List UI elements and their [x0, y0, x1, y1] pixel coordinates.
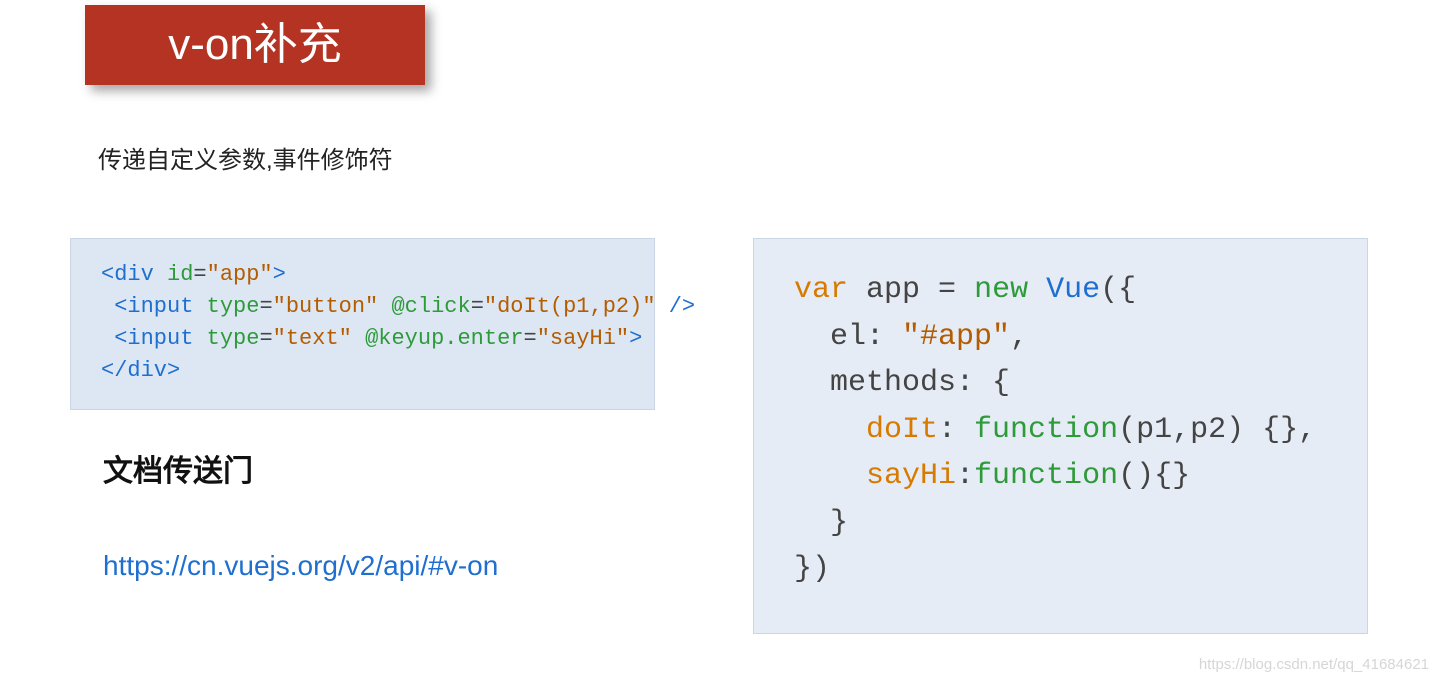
- code-token: <div: [101, 262, 154, 287]
- code-token: var: [794, 273, 848, 307]
- doc-portal-link[interactable]: https://cn.vuejs.org/v2/api/#v-on: [103, 550, 498, 582]
- code-token: }: [830, 506, 848, 540]
- code-token: methods: {: [830, 366, 1010, 400]
- code-token: }): [794, 552, 830, 586]
- code-token: app: [866, 273, 938, 307]
- code-token: [848, 273, 866, 307]
- code-token: "text": [273, 326, 352, 351]
- code-token: ({: [1100, 273, 1136, 307]
- code-token: </div>: [101, 358, 180, 383]
- code-token: Vue: [1046, 273, 1100, 307]
- code-token: [101, 326, 114, 351]
- code-token: =: [193, 262, 206, 287]
- code-token: [794, 459, 866, 493]
- watermark-text: https://blog.csdn.net/qq_41684621: [1199, 656, 1429, 673]
- code-token: >: [273, 262, 286, 287]
- code-token: sayHi: [866, 459, 956, 493]
- doc-portal-heading: 文档传送门: [103, 446, 253, 490]
- code-token: type: [207, 326, 260, 351]
- code-token: [794, 366, 830, 400]
- js-code-block: var app = new Vue({ el: "#app", methods:…: [753, 238, 1368, 634]
- code-token: "button": [273, 294, 379, 319]
- code-token: =: [471, 294, 484, 319]
- code-token: <input: [114, 294, 193, 319]
- code-token: [101, 294, 114, 319]
- code-token: "doIt(p1,p2)": [484, 294, 656, 319]
- code-token: :: [938, 413, 974, 447]
- slide-title-badge: v-on补充: [85, 5, 425, 85]
- code-token: @click: [391, 294, 470, 319]
- code-token: doIt: [866, 413, 938, 447]
- code-token: id: [167, 262, 193, 287]
- code-token: =: [524, 326, 537, 351]
- code-token: [794, 413, 866, 447]
- code-token: =: [259, 294, 272, 319]
- code-token: [794, 320, 830, 354]
- code-token: @keyup.enter: [365, 326, 523, 351]
- code-token: :: [956, 459, 974, 493]
- code-token: (p1,p2) {},: [1118, 413, 1316, 447]
- code-token: "sayHi": [537, 326, 629, 351]
- code-token: =: [938, 273, 974, 307]
- code-token: type: [207, 294, 260, 319]
- code-token: [352, 326, 365, 351]
- code-token: <input: [114, 326, 193, 351]
- code-token: "#app": [902, 320, 1010, 354]
- html-code-block: <div id="app"> <input type="button" @cli…: [70, 238, 655, 410]
- code-token: =: [259, 326, 272, 351]
- code-token: function: [974, 413, 1118, 447]
- code-token: [1028, 273, 1046, 307]
- code-token: [154, 262, 167, 287]
- code-token: function: [974, 459, 1118, 493]
- code-token: "app": [207, 262, 273, 287]
- code-token: el:: [830, 320, 902, 354]
- code-token: [794, 506, 830, 540]
- code-token: (){}: [1118, 459, 1190, 493]
- code-token: new: [974, 273, 1028, 307]
- code-token: [193, 326, 206, 351]
- code-token: [378, 294, 391, 319]
- slide-subtitle: 传递自定义参数,事件修饰符: [98, 140, 393, 175]
- code-token: />: [656, 294, 696, 319]
- code-token: ,: [1010, 320, 1028, 354]
- code-token: >: [629, 326, 642, 351]
- code-token: [193, 294, 206, 319]
